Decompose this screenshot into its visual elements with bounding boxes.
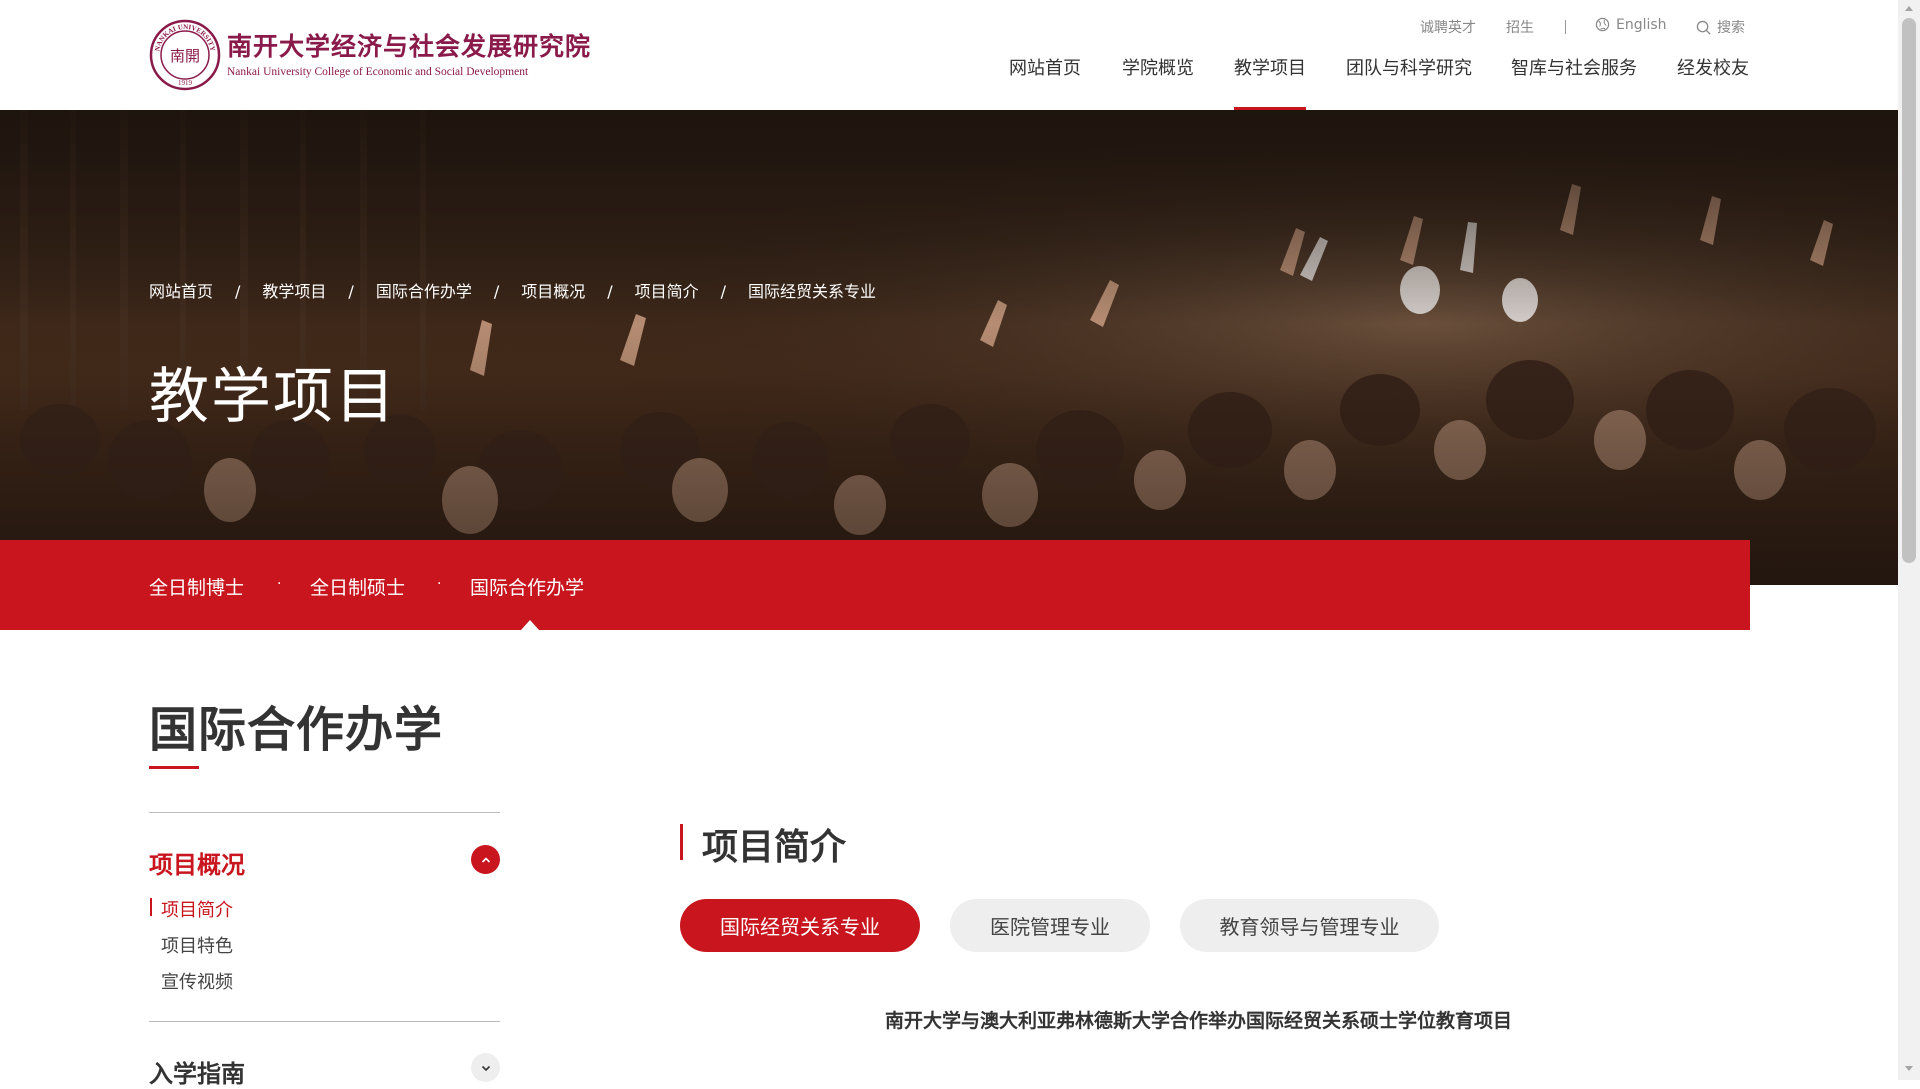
globe-icon [1595,17,1610,32]
utility-divider [1565,20,1566,34]
tab-hospital-mgmt[interactable]: 医院管理专业 [950,899,1150,952]
page-scrollbar[interactable] [1898,0,1920,1080]
utility-links: 诚聘英才 招生 English 搜索 [0,17,1898,37]
scroll-up-arrow-icon[interactable] [1905,6,1913,11]
breadcrumb-item-programs[interactable]: 教学项目 [262,278,326,302]
subnav-item-intl[interactable]: 国际合作办学 [470,573,584,600]
scroll-down-arrow-icon[interactable] [1905,1066,1913,1071]
subnav-dot: · [437,576,442,592]
sidebar-divider [149,1021,500,1022]
sidebar-item-video[interactable]: 宣传视频 [161,968,233,994]
subnav-dot: · [277,576,282,592]
search-label: 搜索 [1717,20,1745,36]
sidebar-item-intro[interactable]: 项目简介 [161,896,233,922]
active-subnav-pointer [521,620,539,630]
subnav-item-phd[interactable]: 全日制博士 [149,573,244,600]
breadcrumb-item-intl[interactable]: 国际合作办学 [376,278,472,302]
breadcrumb-separator: / [607,282,613,301]
active-item-marker [150,898,152,916]
sidebar-group-overview[interactable]: 项目概况 [149,845,245,880]
content-heading-marker [680,824,683,860]
nav-item-alumni[interactable]: 经发校友 [1677,54,1749,110]
language-label: English [1616,17,1667,33]
nav-item-thinktank[interactable]: 智库与社会服务 [1511,54,1637,110]
language-switch[interactable]: English [1595,17,1667,33]
breadcrumb-separator: / [720,282,727,301]
hero-banner: 网站首页 / 教学项目 / 国际合作办学 / 项目概况 / 项目简介 / 国际经贸关系专业 教学项目 [0,110,1898,585]
sidebar-group-admission[interactable]: 入学指南 [149,1054,245,1089]
breadcrumb-item-overview[interactable]: 项目概况 [521,278,585,302]
careers-link[interactable]: 诚聘英才 [1420,17,1476,37]
breadcrumb-item-current: 国际经贸关系专业 [748,282,877,301]
tab-intl-trade[interactable]: 国际经贸关系专业 [680,899,920,952]
nav-item-research[interactable]: 团队与科学研究 [1346,54,1472,110]
chevron-up-icon [481,856,490,863]
nav-item-home[interactable]: 网站首页 [1009,54,1081,110]
section-title: 国际合作办学 [149,702,444,758]
search-icon [1696,20,1711,35]
breadcrumb-item-home[interactable]: 网站首页 [149,278,213,302]
scrollbar-thumb[interactable] [1902,18,1916,563]
nav-item-overview[interactable]: 学院概览 [1122,54,1194,110]
main-nav: 网站首页 学院概览 教学项目 团队与科学研究 智库与社会服务 经发校友 [0,54,1898,110]
breadcrumb-separator: / [235,282,241,301]
sidebar-collapse-toggle[interactable] [471,845,500,874]
tab-education-leadership[interactable]: 教育领导与管理专业 [1180,899,1439,952]
chevron-down-icon [481,1065,490,1071]
admissions-link[interactable]: 招生 [1506,17,1534,37]
breadcrumb-separator: / [493,282,500,301]
sidebar-expand-toggle[interactable] [471,1053,500,1082]
breadcrumb: 网站首页 / 教学项目 / 国际合作办学 / 项目概况 / 项目简介 / 国际经贸关系专业 [149,278,876,302]
content-heading: 项目简介 [702,827,847,868]
search-link[interactable]: 搜索 [1696,17,1745,37]
breadcrumb-item-intro[interactable]: 项目简介 [635,278,699,302]
subnav-item-master[interactable]: 全日制硕士 [310,573,405,600]
sub-nav: 全日制博士 · 全日制硕士 · 国际合作办学 [0,540,1750,630]
breadcrumb-separator: / [348,282,354,301]
site-header: NANKAI UNIVERSITY 南開 1919 南开大学经济与社会发展研究院… [0,0,1898,110]
banner-title: 教学项目 [149,362,397,432]
sidebar-item-features[interactable]: 项目特色 [161,932,233,958]
section-title-underline [149,766,199,769]
sidebar-divider [149,812,500,813]
nav-item-programs[interactable]: 教学项目 [1234,54,1306,110]
article-title: 南开大学与澳大利亚弗林德斯大学合作举办国际经贸关系硕士学位教育项目 [885,1010,1513,1032]
